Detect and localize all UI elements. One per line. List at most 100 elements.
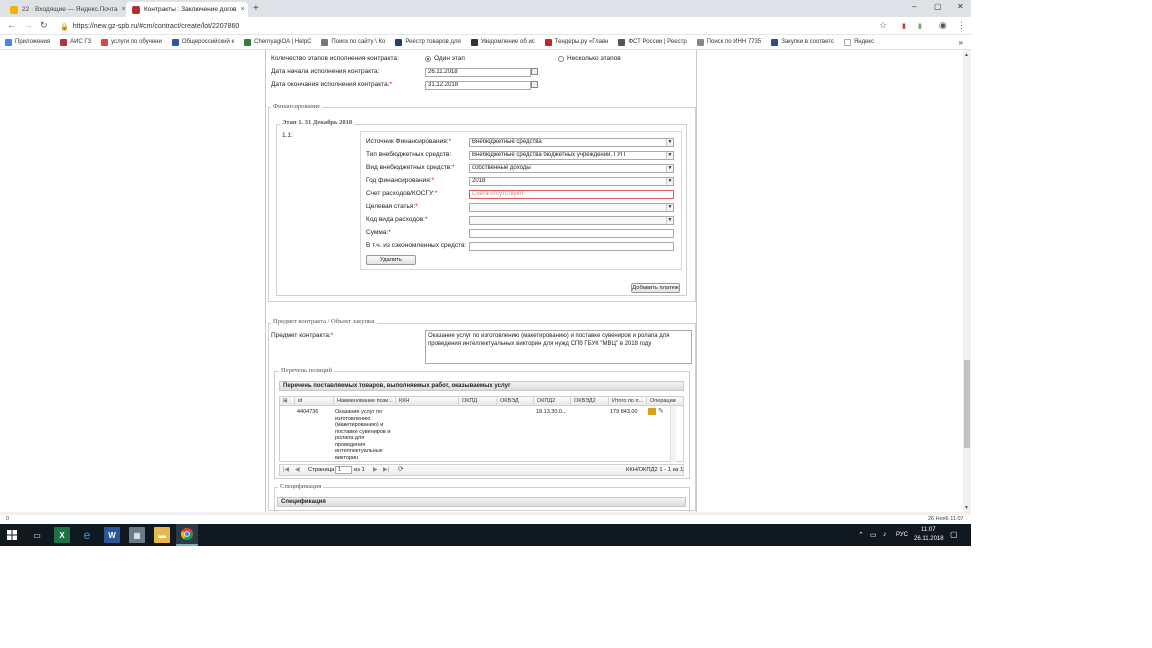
col-id[interactable]: id	[295, 397, 334, 406]
scroll-down-icon[interactable]: ▼	[964, 505, 969, 511]
end-date-field[interactable]: 31.12.2018	[425, 81, 531, 90]
file-explorer-icon[interactable]: ▬	[154, 527, 170, 543]
bookmark-item[interactable]: Яндекс	[839, 38, 879, 46]
subject-textarea[interactable]: Оказание услуг по изготовлению (макетиро…	[425, 330, 692, 364]
menu-dots-icon[interactable]: ⋮	[957, 20, 966, 31]
calendar-icon[interactable]	[531, 81, 538, 88]
bookmark-star-icon[interactable]: ☆	[879, 20, 887, 31]
required-mark: *	[434, 190, 438, 197]
add-payment-button[interactable]: Добавить платеж	[631, 283, 680, 293]
bookmark-item[interactable]: АИС ГЗ	[55, 38, 96, 46]
prev-page-icon[interactable]: ◀	[295, 466, 300, 473]
extension-icon[interactable]: ▮	[918, 22, 922, 30]
start-date-field[interactable]: 26.11.2018	[425, 68, 531, 77]
edit-pencil-icon[interactable]: ✎	[658, 407, 664, 415]
profile-icon[interactable]: ◉	[939, 20, 947, 31]
scroll-up-icon[interactable]: ▲	[964, 52, 969, 58]
row-okpd2: 18.13.30.0...	[536, 409, 567, 415]
close-window-icon[interactable]: ✕	[957, 2, 964, 11]
network-icon[interactable]: ▭	[870, 531, 877, 539]
radio-one-stage[interactable]	[425, 56, 431, 62]
bookmark-item[interactable]: услуги по обучени	[96, 38, 167, 46]
tab-contracts[interactable]: Контракты : Заключение догов ×	[126, 2, 248, 17]
expense-code-select[interactable]: ▼	[469, 216, 674, 225]
scrollbar-thumb[interactable]	[964, 360, 970, 448]
extension-icon[interactable]: ▮	[902, 22, 906, 30]
kind-select[interactable]: собственные доходы ▼	[469, 164, 674, 173]
clock-date[interactable]: 26.11.2018	[914, 536, 944, 542]
last-page-icon[interactable]: ▶|	[383, 466, 389, 473]
bookmark-label: Реестр товаров для	[405, 39, 461, 45]
new-tab-button[interactable]: +	[253, 3, 259, 14]
minimize-icon[interactable]: –	[912, 2, 916, 11]
filter-icon[interactable]: ⊞	[280, 397, 295, 406]
excel-icon[interactable]: X	[54, 527, 70, 543]
app-icon[interactable]: ▦	[129, 527, 145, 543]
chevron-down-icon: ▼	[666, 204, 673, 211]
bookmark-item[interactable]: Тендеры.ру «Главн	[540, 38, 614, 46]
radio-many-stages[interactable]	[558, 56, 564, 62]
volume-icon[interactable]: ♪	[883, 531, 887, 538]
site-favicon-icon	[771, 38, 779, 46]
reload-icon[interactable]: ↻	[40, 20, 48, 31]
bookmarks-overflow-icon[interactable]: »	[959, 38, 971, 47]
first-page-icon[interactable]: |◀	[283, 466, 289, 473]
source-select[interactable]: Внебюджетные средства ▼	[469, 138, 674, 147]
bookmark-item[interactable]: Приложения	[0, 38, 55, 46]
page-label: Страница	[308, 467, 335, 473]
money-icon[interactable]	[648, 408, 656, 415]
year-label: Год финансирования:*	[366, 177, 434, 184]
bookmark-item[interactable]: Реестр товаров для	[390, 38, 465, 46]
chrome-taskbar-icon[interactable]	[176, 524, 198, 546]
grid-scrollbar[interactable]	[670, 406, 676, 462]
close-tab-icon[interactable]: ×	[241, 6, 245, 13]
bookmark-item[interactable]: Общероссийский к	[167, 38, 239, 46]
year-select[interactable]: 2018 ▼	[469, 177, 674, 186]
maximize-icon[interactable]: ▢	[934, 2, 942, 11]
col-total[interactable]: Итого по п...	[609, 397, 647, 406]
required-mark: *	[388, 229, 391, 236]
col-okved[interactable]: ОКВЭД	[497, 397, 534, 406]
bookmark-item[interactable]: Закупки в соответс	[766, 38, 839, 46]
article-select[interactable]: ▼	[469, 203, 674, 212]
type-select[interactable]: Внебюджетные средства бюджетных учрежден…	[469, 151, 674, 160]
required-mark: *	[389, 81, 393, 88]
omnibox[interactable]: 🔒 https://new.gz-spb.ru/#cm/contract/cre…	[60, 20, 890, 33]
article-label: Целевая статья:*	[366, 203, 418, 210]
account-field[interactable]: Счета отсутствуют	[469, 190, 674, 199]
required-mark: *	[448, 138, 452, 145]
col-okpd[interactable]: ОКПД	[459, 397, 497, 406]
bookmark-item[interactable]: ФСТ России | Реестр	[613, 38, 691, 46]
col-name[interactable]: Наименование пози...	[334, 397, 396, 406]
forward-icon[interactable]: →	[24, 20, 33, 30]
pager-summary: ККН/ОКПД2 1 - 1 из 1	[626, 467, 684, 473]
back-icon[interactable]: ←	[7, 20, 16, 30]
savings-field[interactable]	[469, 242, 674, 251]
bookmark-item[interactable]: Уведомление об ис	[466, 38, 540, 46]
bookmark-item[interactable]: ChernyagiOA | HelpC	[239, 38, 316, 46]
col-operations[interactable]: Операции	[647, 397, 685, 406]
notification-icon[interactable]: ▢	[950, 530, 958, 539]
status-bar: 0 26 Ноя6 11:07	[0, 515, 971, 524]
internet-explorer-icon[interactable]: e	[79, 527, 95, 543]
clock-time[interactable]: 11:07	[921, 527, 936, 533]
col-okpd2[interactable]: ОКПД2	[534, 397, 571, 406]
calendar-icon[interactable]	[531, 68, 538, 75]
delete-button[interactable]: Удалить	[366, 255, 416, 265]
page-input[interactable]: 1	[335, 466, 352, 474]
sum-field[interactable]	[469, 229, 674, 238]
bookmark-item[interactable]: Поиск по ИНН 7735	[692, 38, 767, 46]
col-okved2[interactable]: ОКВЭД2	[571, 397, 609, 406]
tray-chevron-icon[interactable]: ⌃	[858, 531, 864, 539]
windows-start-icon[interactable]	[4, 527, 20, 543]
tab-yandex-mail[interactable]: 22 · Входящие — Яндекс.Почта ×	[4, 2, 126, 17]
language-indicator[interactable]: РУС	[896, 532, 908, 538]
bookmark-label: Яндекс	[853, 39, 875, 45]
col-kkn[interactable]: ККН	[396, 397, 459, 406]
refresh-icon[interactable]: ⟳	[398, 465, 404, 473]
specification-legend: Спецификация	[278, 483, 324, 490]
next-page-icon[interactable]: ▶	[373, 466, 378, 473]
bookmark-item[interactable]: Поиск по сайту \ Ко	[316, 38, 390, 46]
word-icon[interactable]: W	[104, 527, 120, 543]
task-view-icon[interactable]: ▭	[29, 527, 45, 543]
